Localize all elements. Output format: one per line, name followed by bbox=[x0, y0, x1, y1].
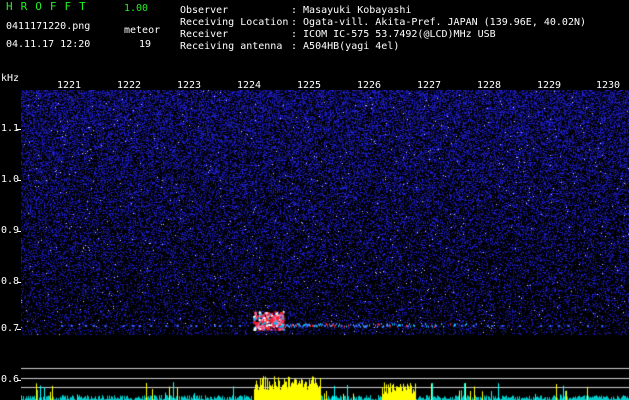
observer-label: Observer bbox=[180, 5, 229, 16]
antenna-value: : A504HB(yagi 4el) bbox=[291, 41, 400, 52]
header-panel: HROFFT 1.00 0411171220.png meteor 04.11.… bbox=[0, 0, 629, 72]
spectrogram-canvas bbox=[21, 90, 629, 400]
location-label: Receiving Location bbox=[180, 17, 289, 28]
filename-label: 0411171220.png bbox=[6, 21, 91, 32]
meteor-label: meteor bbox=[124, 25, 161, 36]
location-value: : Ogata-vill. Akita-Pref. JAPAN (139.96E… bbox=[291, 17, 587, 28]
antenna-label: Receiving antenna bbox=[180, 41, 283, 52]
app-logo: HROFFT bbox=[6, 0, 94, 13]
receiver-value: : ICOM IC-575 53.7492(@LCD)MHz USB bbox=[291, 29, 496, 40]
receiver-label: Receiver bbox=[180, 29, 229, 40]
meteor-count: 19 bbox=[139, 39, 152, 50]
observer-value: : Masayuki Kobayashi bbox=[291, 5, 412, 16]
app-version: 1.00 bbox=[124, 3, 149, 14]
frequency-unit-label: kHz bbox=[1, 73, 20, 84]
datetime-label: 04.11.17 12:20 bbox=[6, 39, 91, 50]
